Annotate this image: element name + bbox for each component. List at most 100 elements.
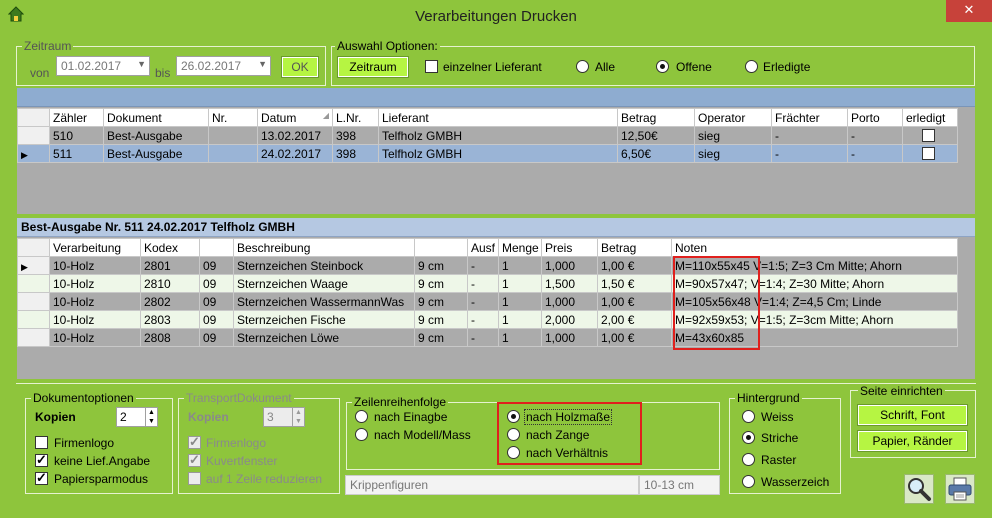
col-dokument[interactable]: Dokument xyxy=(103,108,209,127)
chevron-down-icon[interactable]: ▼ xyxy=(292,417,304,426)
sort-icon: ◢ xyxy=(322,110,329,120)
col-menge[interactable]: Menge xyxy=(498,238,542,257)
auf-1-zeile-label: auf 1 Zeile reduzieren xyxy=(206,472,323,486)
details-grid: Best-Ausgabe Nr. 511 24.02.2017 Telfholz… xyxy=(17,218,975,379)
radio-offene[interactable] xyxy=(656,60,669,73)
col-verarbeitung[interactable]: Verarbeitung xyxy=(49,238,141,257)
row-pointer-icon: ▶ xyxy=(21,149,28,160)
transport-firmenlogo-checkbox[interactable] xyxy=(188,434,201,450)
radio-nach-einagbe[interactable] xyxy=(355,410,368,423)
print-button[interactable] xyxy=(945,474,975,504)
table-row[interactable]: 510 Best-Ausgabe 13.02.2017 398 Telfholz… xyxy=(17,126,958,145)
erledigt-checkbox[interactable] xyxy=(922,129,935,142)
transport-firmenlogo-label: Firmenlogo xyxy=(206,436,267,450)
radio-nach-zange[interactable] xyxy=(507,428,520,441)
table-row[interactable]: ▶ 10-Holz 2801 09 Sternzeichen Steinbock 9 c… xyxy=(17,256,958,275)
magnifier-icon xyxy=(908,478,931,501)
row-pointer-icon: ▶ xyxy=(21,261,28,272)
size-range-field[interactable]: 10-13 cm xyxy=(639,475,720,495)
transport-kopien-stepper[interactable]: 3 ▲ ▼ xyxy=(263,407,305,427)
col-erledigt[interactable]: erledigt xyxy=(902,108,958,127)
krippenfiguren-field[interactable]: Krippenfiguren xyxy=(345,475,639,495)
radio-alle[interactable] xyxy=(576,60,589,73)
detail-header: Best-Ausgabe Nr. 511 24.02.2017 Telfholz… xyxy=(17,218,975,237)
col-preis[interactable]: Preis xyxy=(541,238,598,257)
radio-nach-holzmasse[interactable] xyxy=(507,410,520,423)
documents-table: Zähler Dokument Nr. Datum ◢ L.Nr. Liefera… xyxy=(17,108,958,163)
col-blank-1[interactable] xyxy=(199,238,234,257)
ok-button[interactable]: OK xyxy=(281,56,319,78)
col-datum[interactable]: Datum ◢ xyxy=(257,108,333,127)
firmenlogo-checkbox[interactable] xyxy=(35,436,48,449)
papier-raender-button[interactable]: Papier, Ränder xyxy=(857,430,968,452)
close-button[interactable]: ✕ xyxy=(946,0,992,22)
zeilenreihenfolge-legend: Zeilenreihenfolge xyxy=(352,395,449,409)
col-betrag[interactable]: Betrag xyxy=(617,108,695,127)
table-row[interactable]: 10-Holz 2802 09 Sternzeichen WassermannWas 9… xyxy=(17,292,958,311)
zeitraum-legend: Zeitraum xyxy=(22,39,74,53)
chevron-up-icon[interactable]: ▲ xyxy=(292,408,304,417)
radio-nach-holzmasse-label: nach Holzmaße xyxy=(524,409,613,425)
chevron-up-icon[interactable]: ▲ xyxy=(145,408,157,417)
title-bar: Verarbeitungen Drucken ✕ xyxy=(0,0,992,30)
hintergrund-legend: Hintergrund xyxy=(735,391,802,405)
kopien-value: 2 xyxy=(120,410,127,424)
keine-lief-angabe-label: keine Lief.Angabe xyxy=(54,454,151,468)
preview-button[interactable] xyxy=(904,474,934,504)
table-row[interactable]: 10-Holz 2808 09 Sternzeichen Löwe 9 cm -1 1,00… xyxy=(17,328,958,347)
radio-nach-modell-mass[interactable] xyxy=(355,428,368,441)
kuvertfenster-checkbox[interactable] xyxy=(188,452,201,468)
table-row[interactable]: 10-Holz 2803 09 Sternzeichen Fische 9 cm -1 2,… xyxy=(17,310,958,329)
kopien-stepper[interactable]: 2 ▲ ▼ xyxy=(116,407,158,427)
radio-nach-verhaeltnis-label: nach Verhältnis xyxy=(526,446,609,460)
einzelner-lieferant-checkbox[interactable] xyxy=(425,60,438,73)
auf-1-zeile-checkbox[interactable] xyxy=(188,472,201,485)
col-operator[interactable]: Operator xyxy=(694,108,772,127)
einzelner-lieferant-label: einzelner Lieferant xyxy=(443,60,542,74)
col-beschreibung[interactable]: Beschreibung xyxy=(233,238,415,257)
col-fraechter[interactable]: Frächter xyxy=(771,108,848,127)
radio-raster[interactable] xyxy=(742,453,755,466)
transport-legend: TransportDokument xyxy=(184,391,294,405)
von-label: von xyxy=(30,66,50,80)
bis-label: bis xyxy=(155,66,171,80)
date-to-value: 26.02.2017 xyxy=(181,59,242,73)
radio-weiss[interactable] xyxy=(742,410,755,423)
keine-lief-angabe-checkbox[interactable] xyxy=(35,452,48,468)
col-kodex[interactable]: Kodex xyxy=(140,238,200,257)
radio-erledigte-label: Erledigte xyxy=(763,60,811,74)
radio-wasserzeich[interactable] xyxy=(742,475,755,488)
radio-nach-verhaeltnis[interactable] xyxy=(507,446,520,459)
schrift-font-button[interactable]: Schrift, Font xyxy=(857,404,968,426)
table-header-row: Zähler Dokument Nr. Datum ◢ L.Nr. Liefera… xyxy=(17,108,958,127)
col-noten[interactable]: Noten xyxy=(671,238,958,257)
radio-striche[interactable] xyxy=(742,431,755,444)
radio-raster-label: Raster xyxy=(761,453,797,467)
papiersparmodus-checkbox[interactable] xyxy=(35,470,48,486)
date-to-field[interactable]: 26.02.2017 ▼ xyxy=(176,56,271,76)
col-nr[interactable]: Nr. xyxy=(208,108,258,127)
col-lieferant[interactable]: Lieferant xyxy=(378,108,618,127)
chevron-down-icon[interactable]: ▼ xyxy=(137,59,146,69)
firmenlogo-label: Firmenlogo xyxy=(54,436,115,450)
col-ausf[interactable]: Ausf xyxy=(467,238,499,257)
chevron-down-icon[interactable]: ▼ xyxy=(258,59,267,69)
erledigt-checkbox[interactable] xyxy=(922,147,935,160)
radio-erledigte[interactable] xyxy=(745,60,758,73)
table-row[interactable]: 10-Holz 2810 09 Sternzeichen Waage 9 cm -1 1,5… xyxy=(17,274,958,293)
transport-kopien-label: Kopien xyxy=(188,410,229,424)
zeitraum-button[interactable]: Zeitraum xyxy=(337,56,409,78)
col-porto[interactable]: Porto xyxy=(847,108,903,127)
radio-nach-modell-mass-label: nach Modell/Mass xyxy=(374,428,471,442)
col-zaehler[interactable]: Zähler xyxy=(49,108,104,127)
papiersparmodus-label: Papiersparmodus xyxy=(54,472,149,486)
chevron-down-icon[interactable]: ▼ xyxy=(145,417,157,426)
col-lnr[interactable]: L.Nr. xyxy=(332,108,379,127)
table-header-row: Verarbeitung Kodex Beschreibung Ausf Men… xyxy=(17,238,958,257)
date-from-field[interactable]: 01.02.2017 ▼ xyxy=(56,56,150,76)
radio-weiss-label: Weiss xyxy=(761,410,794,424)
col-betrag[interactable]: Betrag xyxy=(597,238,672,257)
col-blank-2[interactable] xyxy=(414,238,468,257)
window-title: Verarbeitungen Drucken xyxy=(415,8,577,25)
table-row[interactable]: ▶ 511 Best-Ausgabe 24.02.2017 398 Telfho… xyxy=(17,144,958,163)
